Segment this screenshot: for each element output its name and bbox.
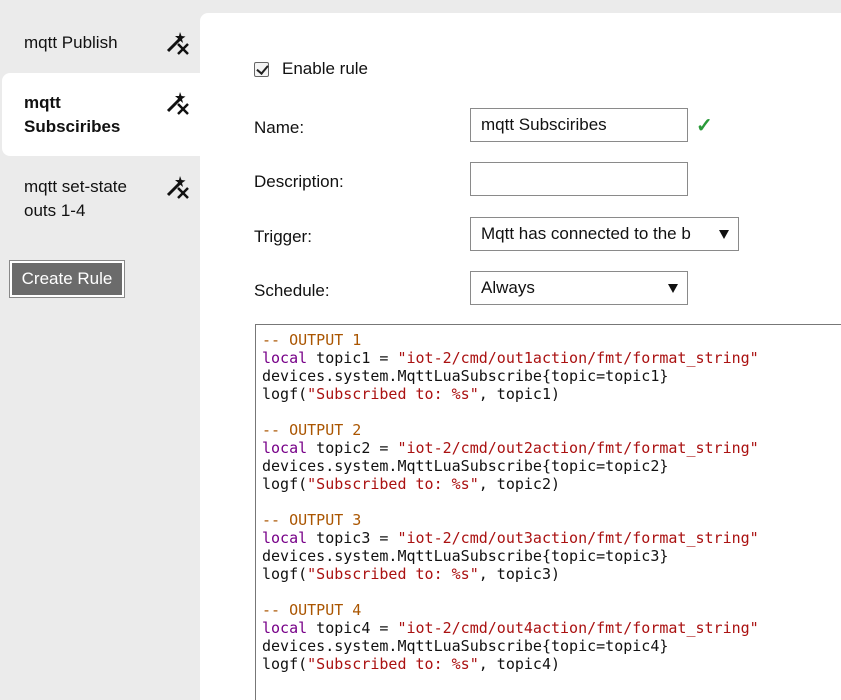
dropdown-caret-icon bbox=[668, 284, 678, 293]
code-variable: topic1 = bbox=[307, 349, 398, 367]
code-string: "Subscribed to: %s" bbox=[307, 565, 479, 583]
code-log-start: logf( bbox=[262, 565, 308, 583]
code-string: "Subscribed to: %s" bbox=[307, 475, 479, 493]
code-call: devices.system.MqttLuaSubscribe{topic=to… bbox=[262, 637, 669, 655]
code-keyword: local bbox=[262, 529, 308, 547]
code-content[interactable]: -- OUTPUT 1 local topic1 = "iot-2/cmd/ou… bbox=[262, 331, 841, 691]
sidebar-rule-mqtt-publish[interactable]: mqtt Publish bbox=[2, 13, 200, 69]
code-log-start: logf( bbox=[262, 655, 308, 673]
wand-delete-icon[interactable] bbox=[164, 87, 192, 115]
code-call: devices.system.MqttLuaSubscribe{topic=to… bbox=[262, 367, 669, 385]
wand-delete-icon[interactable] bbox=[164, 27, 192, 55]
rule-label: mqtt Subsciribes bbox=[24, 93, 121, 136]
name-input[interactable]: mqtt Subsciribes bbox=[470, 108, 688, 142]
schedule-select[interactable]: Always bbox=[470, 271, 688, 305]
code-keyword: local bbox=[262, 439, 308, 457]
code-call: devices.system.MqttLuaSubscribe{topic=to… bbox=[262, 457, 669, 475]
code-log-start: logf( bbox=[262, 475, 308, 493]
code-string: "Subscribed to: %s" bbox=[307, 655, 479, 673]
valid-check-icon: ✓ bbox=[696, 115, 713, 137]
code-keyword: local bbox=[262, 349, 308, 367]
description-input[interactable] bbox=[470, 162, 688, 196]
code-call: devices.system.MqttLuaSubscribe{topic=to… bbox=[262, 547, 669, 565]
schedule-label: Schedule: bbox=[254, 281, 330, 300]
trigger-value: Mqtt has connected to the b bbox=[481, 224, 691, 243]
code-comment: -- OUTPUT 4 bbox=[262, 601, 362, 619]
trigger-label: Trigger: bbox=[254, 227, 312, 246]
code-log-end: , topic4) bbox=[478, 655, 561, 673]
sidebar-rule-mqtt-set-state[interactable]: mqtt set-state outs 1-4 bbox=[2, 157, 200, 237]
code-keyword: local bbox=[262, 619, 308, 637]
code-variable: topic2 = bbox=[307, 439, 398, 457]
dropdown-caret-icon bbox=[719, 230, 729, 239]
code-string: "Subscribed to: %s" bbox=[307, 385, 479, 403]
code-log-start: logf( bbox=[262, 385, 308, 403]
rule-label: mqtt set-state outs 1-4 bbox=[24, 177, 127, 220]
rule-label: mqtt Publish bbox=[24, 33, 118, 52]
code-string: "iot-2/cmd/out3action/fmt/format_string" bbox=[397, 529, 759, 547]
description-label: Description: bbox=[254, 172, 344, 191]
code-comment: -- OUTPUT 3 bbox=[262, 511, 362, 529]
wand-delete-icon[interactable] bbox=[164, 171, 192, 199]
schedule-value: Always bbox=[481, 278, 535, 297]
create-rule-button[interactable]: Create Rule bbox=[9, 260, 125, 298]
code-log-end: , topic3) bbox=[478, 565, 561, 583]
code-comment: -- OUTPUT 1 bbox=[262, 331, 362, 349]
name-label: Name: bbox=[254, 118, 305, 137]
rule-editor-panel: Enable rule Name: mqtt Subsciribes ✓ Des… bbox=[200, 13, 841, 700]
rules-sidebar: mqtt Publish mqtt Subsciribes mqtt set-s… bbox=[0, 0, 200, 700]
sidebar-rule-mqtt-subscribes[interactable]: mqtt Subsciribes bbox=[2, 73, 200, 156]
code-string: "iot-2/cmd/out2action/fmt/format_string" bbox=[397, 439, 759, 457]
trigger-select[interactable]: Mqtt has connected to the b bbox=[470, 217, 739, 251]
code-editor[interactable]: -- OUTPUT 1 local topic1 = "iot-2/cmd/ou… bbox=[255, 324, 841, 700]
code-string: "iot-2/cmd/out4action/fmt/format_string" bbox=[397, 619, 759, 637]
code-log-end: , topic1) bbox=[478, 385, 561, 403]
create-rule-label: Create Rule bbox=[12, 263, 122, 295]
code-log-end: , topic2) bbox=[478, 475, 561, 493]
code-comment: -- OUTPUT 2 bbox=[262, 421, 362, 439]
code-variable: topic3 = bbox=[307, 529, 398, 547]
enable-rule-row: Enable rule bbox=[254, 59, 368, 79]
code-variable: topic4 = bbox=[307, 619, 398, 637]
enable-rule-label: Enable rule bbox=[282, 59, 369, 78]
code-string: "iot-2/cmd/out1action/fmt/format_string" bbox=[397, 349, 759, 367]
enable-rule-checkbox[interactable] bbox=[254, 61, 269, 77]
